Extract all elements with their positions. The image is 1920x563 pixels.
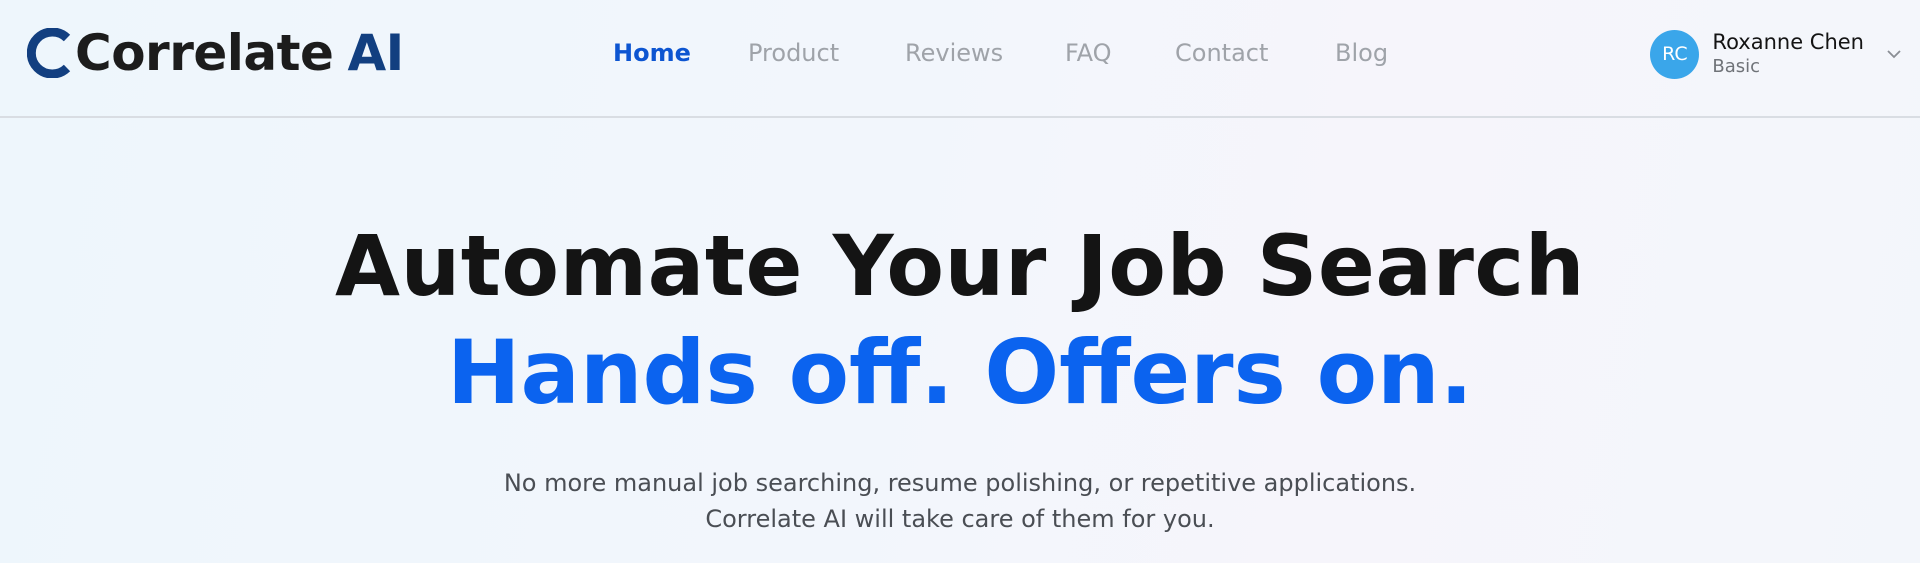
main-nav: Home Product Reviews FAQ Contact Blog xyxy=(0,35,1920,71)
hero-description-line: No more manual job searching, resume pol… xyxy=(503,469,1417,497)
avatar-initials: RC xyxy=(1662,43,1688,65)
nav-item-faq[interactable]: FAQ xyxy=(1065,35,1112,71)
nav-item-blog[interactable]: Blog xyxy=(1335,35,1388,71)
nav-item-product[interactable]: Product xyxy=(748,35,839,71)
hero-section: Automate Your Job Search Hands off. Offe… xyxy=(0,118,1920,563)
user-menu[interactable]: RC Roxanne Chen Basic xyxy=(1650,28,1902,80)
user-info: Roxanne Chen Basic xyxy=(1712,29,1864,79)
top-navigation-bar: Correlate AI Home Product Reviews FAQ Co… xyxy=(0,0,1920,118)
nav-item-home[interactable]: Home xyxy=(613,35,691,71)
nav-item-reviews[interactable]: Reviews xyxy=(905,35,1003,71)
hero-description-line: Correlate AI will take care of them for … xyxy=(705,505,1215,533)
user-name: Roxanne Chen xyxy=(1712,30,1864,54)
hero-title: Automate Your Job Search xyxy=(334,217,1586,315)
avatar[interactable]: RC xyxy=(1650,29,1700,79)
nav-item-contact[interactable]: Contact xyxy=(1175,35,1268,71)
hero-description: No more manual job searching, resume pol… xyxy=(0,465,1920,537)
hero-subtitle: Hands off. Offers on. xyxy=(446,321,1474,424)
user-plan: Basic xyxy=(1712,56,1761,77)
chevron-down-icon[interactable] xyxy=(1886,46,1902,62)
